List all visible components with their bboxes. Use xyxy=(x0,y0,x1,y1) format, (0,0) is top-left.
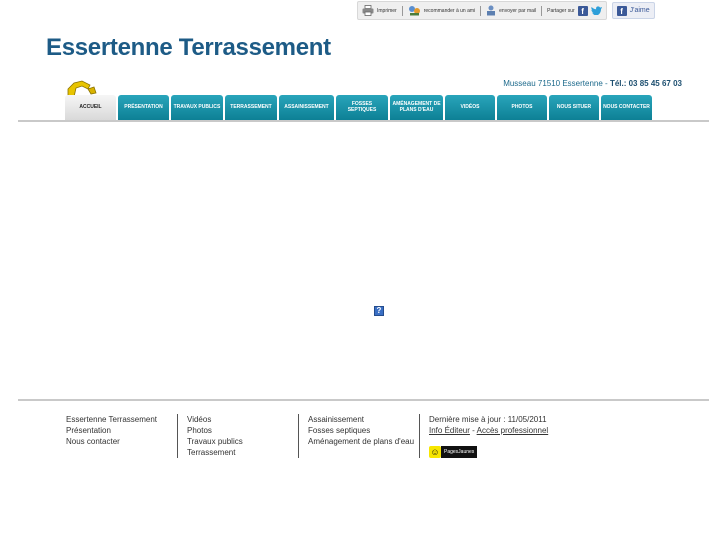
recommend-label: recommander à un ami xyxy=(423,7,476,14)
contact-info: Musseau 71510 Essertenne - Tél.: 03 85 4… xyxy=(503,79,682,88)
facebook-icon: f xyxy=(616,5,627,16)
nav-label: AMÉNAGEMENT DE PLANS D'EAU xyxy=(392,100,441,113)
footer-link[interactable]: Fosses septiques xyxy=(308,425,419,436)
pagesjaunes-badge[interactable]: ☺ PagesJaunes xyxy=(429,446,548,458)
acces-pro-link[interactable]: Accès professionnel xyxy=(477,426,549,435)
divider xyxy=(480,5,482,16)
nav-presentation[interactable]: PRÉSENTATION xyxy=(118,95,169,120)
nav-label: TERRASSEMENT xyxy=(230,103,272,110)
email-button[interactable]: envoyer par mail xyxy=(486,5,536,16)
divider xyxy=(401,5,403,16)
nav-label: PRÉSENTATION xyxy=(124,103,163,110)
mail-user-icon xyxy=(486,5,496,16)
footer-link[interactable]: Vidéos xyxy=(187,414,298,425)
share-label: Partager sur xyxy=(547,7,575,14)
footer-link[interactable]: Assainissement xyxy=(308,414,419,425)
footer-link[interactable]: Travaux publics xyxy=(187,436,298,447)
nav-label: NOUS CONTACTER xyxy=(603,103,650,110)
missing-plugin-icon[interactable]: ? xyxy=(374,306,384,316)
twitter-icon[interactable] xyxy=(590,6,602,15)
pagesjaunes-label: PagesJaunes xyxy=(441,446,478,458)
print-button[interactable]: Imprimer xyxy=(362,5,397,16)
editor-links: Info Éditeur - Accès professionnel xyxy=(429,425,548,436)
footer-link[interactable]: Présentation xyxy=(66,425,177,436)
email-label: envoyer par mail xyxy=(499,7,537,14)
footer-col-1: Essertenne Terrassement Présentation Nou… xyxy=(66,414,177,458)
recommend-button[interactable]: recommander à un ami xyxy=(408,5,475,16)
nav-label: TRAVAUX PUBLICS xyxy=(173,103,221,110)
nav-nous-contacter[interactable]: NOUS CONTACTER xyxy=(601,95,652,120)
like-label: J'aime xyxy=(629,7,650,14)
footer-link[interactable]: Terrassement xyxy=(187,447,298,458)
footer-col-4: Dernière mise à jour : 11/05/2011 Info É… xyxy=(419,414,548,458)
info-editeur-link[interactable]: Info Éditeur xyxy=(429,426,470,435)
nav-accueil[interactable]: ACCUEIL xyxy=(65,95,116,120)
nav-nous-situer[interactable]: NOUS SITUER xyxy=(549,95,599,120)
smiley-icon: ☺ xyxy=(429,446,441,458)
nav-label: PHOTOS xyxy=(511,103,533,110)
toolbar: Imprimer recommander à un ami envoyer pa… xyxy=(357,1,655,20)
nav-label: ASSAINISSEMENT xyxy=(284,103,329,110)
nav-label: ACCUEIL xyxy=(79,103,102,110)
divider xyxy=(541,5,543,16)
footer-col-2: Vidéos Photos Travaux publics Terrasseme… xyxy=(177,414,298,458)
main-nav: ACCUEIL PRÉSENTATION TRAVAUX PUBLICS TER… xyxy=(65,95,652,120)
nav-assainissement[interactable]: ASSAINISSEMENT xyxy=(279,95,334,120)
nav-photos[interactable]: PHOTOS xyxy=(497,95,547,120)
recommend-icon xyxy=(408,5,421,16)
nav-label: FOSSES SEPTIQUES xyxy=(347,100,377,113)
link-separator: - xyxy=(472,426,475,435)
nav-label: NOUS SITUER xyxy=(556,103,592,110)
nav-amenagement[interactable]: AMÉNAGEMENT DE PLANS D'EAU xyxy=(390,95,443,120)
nav-terrassement[interactable]: TERRASSEMENT xyxy=(225,95,277,120)
footer-link[interactable]: Nous contacter xyxy=(66,436,177,447)
like-button[interactable]: f J'aime xyxy=(611,2,655,19)
phone-number: Tél.: 03 85 45 67 03 xyxy=(609,79,682,88)
share-group: Partager sur f xyxy=(547,5,602,16)
footer-link[interactable]: Photos xyxy=(187,425,298,436)
nav-travaux-publics[interactable]: TRAVAUX PUBLICS xyxy=(171,95,223,120)
footer-divider xyxy=(18,399,709,401)
nav-fosses-septiques[interactable]: FOSSES SEPTIQUES xyxy=(336,95,388,120)
printer-icon xyxy=(362,5,374,16)
footer: Essertenne Terrassement Présentation Nou… xyxy=(66,414,548,458)
last-updated: Dernière mise à jour : 11/05/2011 xyxy=(429,415,547,424)
address-text: Musseau 71510 Essertenne - xyxy=(503,79,608,88)
share-toolbar: Imprimer recommander à un ami envoyer pa… xyxy=(357,1,607,20)
nav-videos[interactable]: VIDÉOS xyxy=(445,95,495,120)
footer-link[interactable]: Aménagement de plans d'eau xyxy=(308,436,419,447)
print-label: Imprimer xyxy=(377,7,397,14)
footer-link[interactable]: Essertenne Terrassement xyxy=(66,414,177,425)
site-title: Essertenne Terrassement xyxy=(46,34,331,61)
nav-divider xyxy=(18,120,709,122)
facebook-icon[interactable]: f xyxy=(577,5,588,16)
nav-label: VIDÉOS xyxy=(460,103,480,110)
footer-col-3: Assainissement Fosses septiques Aménagem… xyxy=(298,414,419,458)
